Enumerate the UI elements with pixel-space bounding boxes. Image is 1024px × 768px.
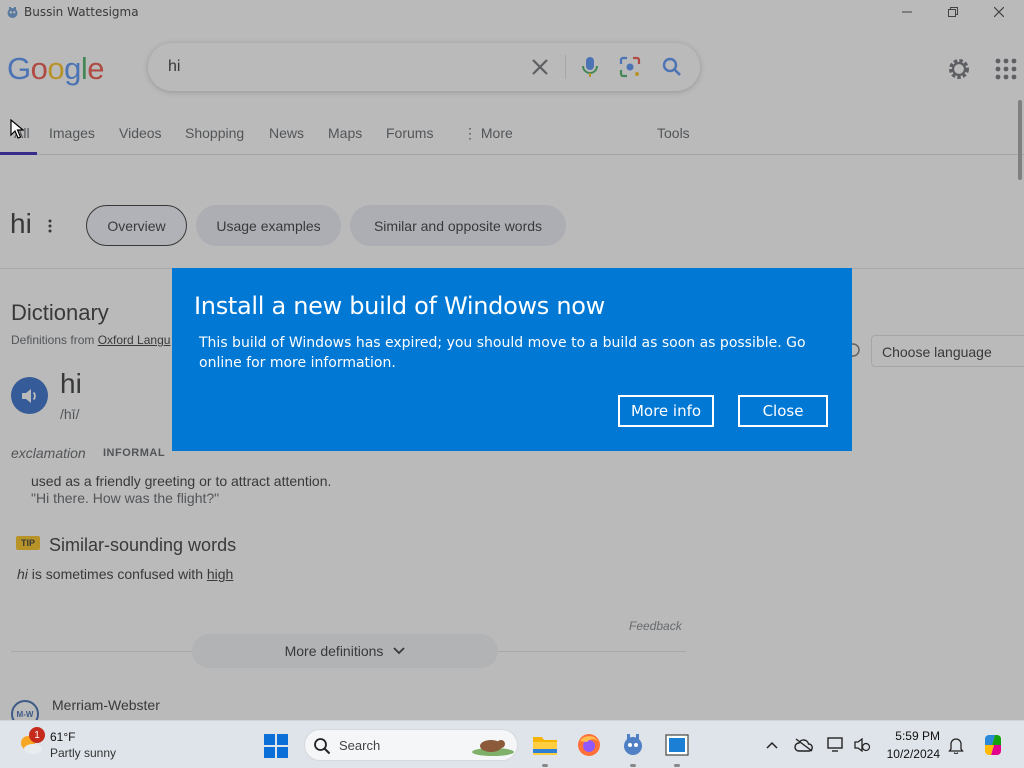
onedrive-cloud-icon[interactable] [794, 735, 814, 755]
taskbar: 1 61°F Partly sunny Search 5:59 PM 10/2/… [0, 720, 1024, 768]
copilot-icon[interactable] [980, 732, 1006, 758]
search-icon [313, 737, 331, 755]
show-hidden-icons-chevron-up-icon[interactable] [762, 735, 782, 755]
notification-bell-icon[interactable] [946, 735, 966, 755]
windows-expired-dialog: Install a new build of Windows now This … [172, 268, 852, 451]
taskbar-search[interactable]: Search [304, 729, 518, 761]
running-indicator [674, 764, 680, 767]
dialog-body: This build of Windows has expired; you s… [199, 335, 806, 371]
weather-description[interactable]: Partly sunny [50, 746, 116, 760]
windows-start-icon[interactable] [264, 734, 288, 758]
taskbar-search-label: Search [339, 738, 381, 753]
more-info-button[interactable]: More info [618, 395, 714, 427]
running-indicator [630, 764, 636, 767]
clock-date[interactable]: 10/2/2024 [880, 747, 940, 761]
app-gear-robot-icon[interactable] [620, 732, 646, 758]
volume-muted-icon[interactable] [852, 735, 872, 755]
dialog-app-icon[interactable] [664, 732, 690, 758]
weather-temperature[interactable]: 61°F [50, 730, 75, 744]
firefox-icon[interactable] [576, 732, 602, 758]
mouse-cursor-icon [10, 118, 25, 139]
dialog-title: Install a new build of Windows now [194, 292, 605, 320]
network-monitor-icon[interactable] [826, 735, 846, 755]
clock-time[interactable]: 5:59 PM [890, 729, 940, 743]
running-indicator [542, 764, 548, 767]
weather-notification-badge: 1 [29, 727, 45, 743]
search-highlight-art-icon [471, 736, 515, 756]
file-explorer-icon[interactable] [532, 732, 558, 758]
close-button[interactable]: Close [738, 395, 828, 427]
